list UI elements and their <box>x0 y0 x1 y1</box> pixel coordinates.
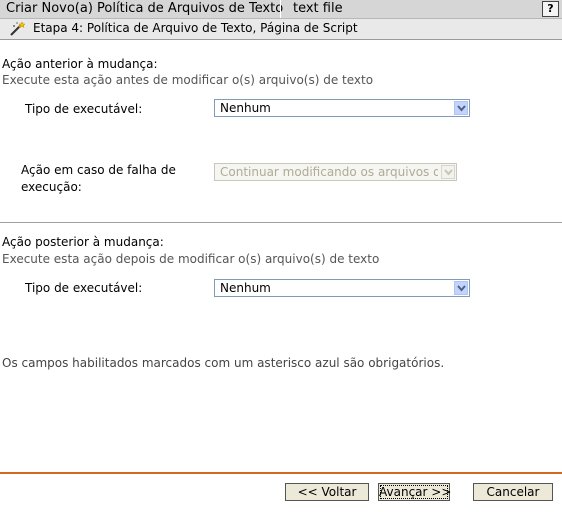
wand-icon <box>8 21 26 37</box>
pre-executable-type-value: Nenhum <box>220 101 271 115</box>
post-change-title: Ação posterior à mudança: <box>2 235 164 249</box>
post-change-description: Execute esta ação depois de modificar o(… <box>2 252 380 266</box>
post-executable-type-select[interactable]: Nenhum <box>214 279 470 297</box>
title-divider <box>280 0 281 18</box>
failure-action-label-line1: Ação em caso de falha de <box>21 163 176 177</box>
post-executable-type-value: Nenhum <box>220 281 271 295</box>
chevron-down-icon <box>454 101 468 115</box>
required-fields-note: Os campos habilitados marcados com um as… <box>2 356 445 370</box>
post-executable-type-label: Tipo de executável: <box>25 281 143 295</box>
failure-action-select: Continuar modificando os arquivos de tex… <box>214 163 457 181</box>
help-button[interactable]: ? <box>542 1 559 17</box>
pre-change-title: Ação anterior à mudança: <box>2 57 158 71</box>
chevron-down-icon <box>454 281 468 295</box>
back-button[interactable]: << Voltar <box>285 483 369 501</box>
object-name: text file <box>293 1 343 16</box>
step-bar: Etapa 4: Política de Arquivo de Texto, P… <box>0 19 562 40</box>
failure-action-value: Continuar modificando os arquivos de tex… <box>220 165 438 179</box>
cancel-button[interactable]: Cancelar <box>473 483 553 501</box>
pre-change-description: Execute esta ação antes de modificar o(s… <box>2 73 374 87</box>
wizard-title: Criar Novo(a) Política de Arquivos de Te… <box>6 1 284 16</box>
footer-rule <box>0 472 562 474</box>
wizard-title-bar: Criar Novo(a) Política de Arquivos de Te… <box>0 0 562 19</box>
failure-action-label-line2: execução: <box>21 180 82 194</box>
failure-action-label: Ação em caso de falha de execução: <box>21 162 176 196</box>
pre-executable-type-select[interactable]: Nenhum <box>214 99 470 117</box>
pre-executable-type-label: Tipo de executável: <box>25 102 143 116</box>
step-title: Etapa 4: Política de Arquivo de Texto, P… <box>33 21 358 35</box>
chevron-down-icon <box>441 165 455 179</box>
next-button[interactable]: Avançar >> <box>378 483 451 501</box>
section-divider <box>0 222 562 223</box>
